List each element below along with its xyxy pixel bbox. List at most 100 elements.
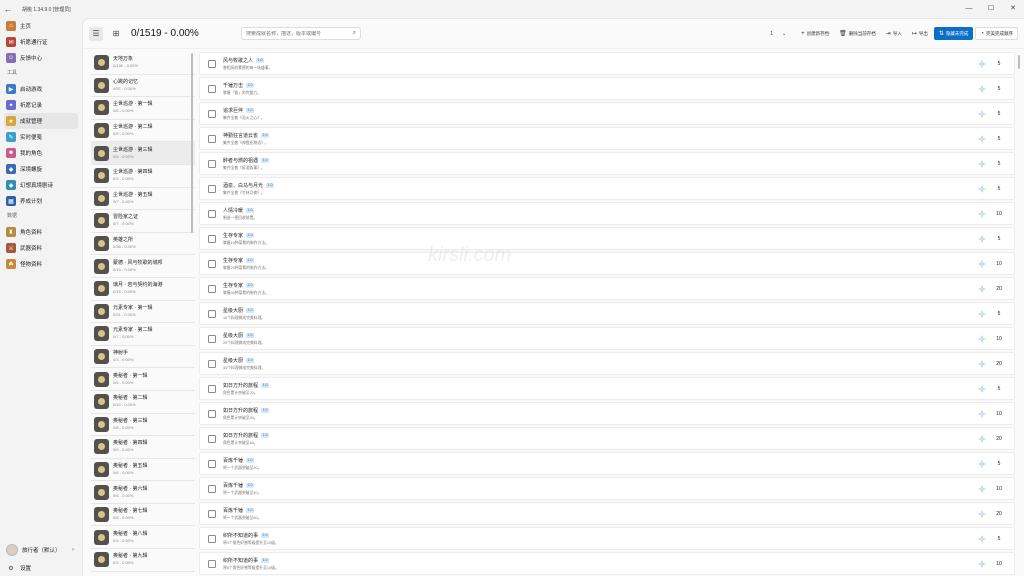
nav-item[interactable]: ▦ 养成计划 (4, 193, 78, 209)
delete-archive-button[interactable]: 🗑 删除当前存档 (835, 27, 880, 40)
achievement-checkbox[interactable] (208, 209, 216, 218)
primogem-icon (978, 359, 986, 368)
reward-amount: 5 (997, 110, 1001, 117)
category-progress: 0/7 - 0.00% (113, 198, 134, 204)
export-button[interactable]: ↦ 导出 (908, 27, 932, 40)
category-item[interactable]: 奥秘者 · 第七辑 0/6 - 0.00% (91, 504, 195, 527)
search-box[interactable]: ⌕ (241, 27, 361, 40)
category-item[interactable]: 尘世巡游 · 第四辑 0/4 - 0.00% (91, 165, 195, 188)
achievement-checkbox[interactable] (208, 84, 216, 93)
list-view-icon[interactable]: ☰ (89, 26, 103, 41)
achievement-checkbox[interactable] (208, 334, 216, 343)
sort-button[interactable]: ◔ 完美完成顺序 (975, 27, 1018, 40)
achievement-checkbox[interactable] (208, 284, 216, 293)
category-item[interactable]: 尘世巡游 · 第三辑 0/4 - 0.00% (91, 142, 195, 165)
grid-view-icon[interactable]: ⊞ (109, 27, 123, 41)
nav-item[interactable]: ◆ 深境螺旋 (4, 161, 78, 177)
achievement-description: 集齐全套《醉酒叙事》。 (223, 165, 265, 170)
nav-item[interactable]: ☘ 怪物资料 (4, 256, 78, 272)
achievement-checkbox[interactable] (208, 384, 216, 393)
primogem-icon (978, 509, 986, 518)
achievement-checkbox[interactable] (208, 59, 216, 68)
category-progress: 0/6 - 0.00% (113, 515, 134, 521)
achievement-checkbox[interactable] (208, 159, 216, 168)
achievement-reward: 20 (978, 434, 1004, 443)
category-name: 神射手 (113, 350, 129, 357)
achievement-title-line: 织所不知道的事 1.0 (223, 532, 279, 540)
achievement-scrollbar[interactable] (1018, 55, 1020, 69)
import-button[interactable]: ⇥ 导入 (882, 27, 906, 40)
achievement-checkbox[interactable] (208, 434, 216, 443)
achievement-checkbox[interactable] (208, 559, 216, 568)
category-item[interactable]: 冒险家之证 0/7 - 0.00% (91, 210, 195, 233)
achievement-checkbox[interactable] (208, 409, 216, 418)
achievement-checkbox[interactable] (208, 459, 216, 468)
maximize-icon[interactable]: ☐ (980, 0, 1002, 18)
category-text: 尘世巡游 · 第三辑 0/4 - 0.00% (113, 147, 152, 160)
nav-item[interactable]: ♜ 角色资料 (4, 224, 78, 240)
category-item[interactable]: 元素专家 · 第一辑 0/21 - 0.00% (91, 301, 195, 324)
import-label: 导入 (892, 30, 902, 36)
primogem-icon (978, 309, 986, 318)
category-item[interactable]: 奥秘者 · 第九辑 0/4 - 0.00% (91, 549, 195, 572)
achievement-checkbox[interactable] (208, 134, 216, 143)
category-name: 奥秘者 · 第三辑 (113, 417, 148, 424)
achievement-text: 百炼千锤 1.0 将一个武器突破至40。 (223, 482, 261, 496)
category-item[interactable]: 奥秘者 · 第四辑 0/9 - 0.00% (91, 436, 195, 459)
nav-item[interactable]: ☻ 我的角色 (4, 145, 78, 161)
nav-item[interactable]: ⚔ 武器资料 (4, 240, 78, 256)
category-text: 天地万象 0/190 - 0.00% (113, 56, 138, 69)
achievement-checkbox[interactable] (208, 109, 216, 118)
nav-item[interactable]: ✦ 祈愿记录 (4, 97, 78, 113)
category-item[interactable]: 尘世巡游 · 第一辑 0/6 - 0.00% (91, 97, 195, 120)
category-item[interactable]: 尘世巡游 · 第五辑 0/7 - 0.00% (91, 188, 195, 211)
nav-item-icon: ♜ (6, 227, 16, 237)
category-item[interactable]: 蒙德 · 风与牧歌的城邦 0/13 - 0.00% (91, 255, 195, 278)
nav-item[interactable]: ✉ 祈愿通行证 (4, 34, 78, 50)
search-icon[interactable]: ⌕ (353, 30, 356, 37)
category-scrollbar[interactable] (191, 53, 193, 233)
nav-item[interactable]: ★ 成就管理 (4, 113, 78, 129)
category-item[interactable]: 奥秘者 · 第五辑 0/6 - 0.00% (91, 459, 195, 482)
hide-completed-toggle[interactable]: ⇅ 隐藏未完成 (933, 27, 974, 40)
create-archive-button[interactable]: + 创建新存档 (797, 27, 833, 40)
minimize-icon[interactable]: — (958, 0, 980, 18)
category-item[interactable]: 神射手 0/3 - 0.00% (91, 346, 195, 369)
reward-amount: 10 (996, 210, 1002, 217)
category-item[interactable]: 奥秘者 · 第三辑 0/8 - 0.00% (91, 414, 195, 437)
search-input[interactable] (246, 30, 346, 37)
nav-item[interactable]: ⌂ 主页 (4, 18, 78, 34)
category-item[interactable]: 奥秘者 · 第二辑 0/10 - 0.00% (91, 391, 195, 414)
reward-amount: 5 (997, 235, 1001, 242)
nav-item[interactable]: ▶ 启动游戏 (4, 81, 78, 97)
achievement-checkbox[interactable] (208, 484, 216, 493)
nav-item[interactable]: ✎ 实时便笺 (4, 129, 78, 145)
category-item[interactable]: 心跳的记忆 0/57 - 0.00% (91, 75, 195, 98)
achievement-checkbox[interactable] (208, 509, 216, 518)
nav-item-icon: ⚔ (6, 243, 16, 253)
achievement-checkbox[interactable] (208, 309, 216, 318)
achievement-checkbox[interactable] (208, 359, 216, 368)
category-item[interactable]: 尘世巡游 · 第二辑 0/5 - 0.00% (91, 120, 195, 143)
achievement-checkbox[interactable] (208, 534, 216, 543)
nav-item-label: 设置 (20, 566, 32, 572)
nav-item-settings[interactable]: ⚙ 设置 (4, 560, 78, 576)
back-arrow-icon[interactable]: ← (0, 4, 16, 14)
achievement-checkbox[interactable] (208, 234, 216, 243)
category-item[interactable]: 奥秘者 · 第八辑 0/4 - 0.00% (91, 526, 195, 550)
close-icon[interactable]: ✕ (1002, 0, 1024, 18)
category-item[interactable]: 英雄之所 0/36 - 0.00% (91, 233, 195, 256)
achievement-checkbox[interactable] (208, 184, 216, 193)
achievement-checkbox[interactable] (208, 259, 216, 268)
category-item[interactable]: 奥秘者 · 第六辑 0/6 - 0.00% (91, 481, 195, 504)
category-item[interactable]: 奥秘者 · 第一辑 0/4 - 0.00% (91, 368, 195, 391)
version-badge: 1.0 (246, 258, 255, 263)
category-item[interactable]: 天地万象 0/190 - 0.00% (91, 52, 195, 75)
nav-item[interactable]: ☺ 反馈中心 (4, 50, 78, 66)
profile-switcher[interactable]: 旅行者（默认） › (4, 540, 78, 560)
import-icon: ⇥ (885, 31, 891, 37)
category-item[interactable]: 璃月 · 岩与契约的海港 0/15 - 0.00% (91, 278, 195, 301)
category-item[interactable]: 元素专家 · 第二辑 0/7 - 0.00% (91, 323, 195, 346)
archive-select[interactable]: 1 ⌄ (767, 27, 789, 40)
nav-item[interactable]: ◆ 幻想真境剧诗 (4, 177, 78, 193)
